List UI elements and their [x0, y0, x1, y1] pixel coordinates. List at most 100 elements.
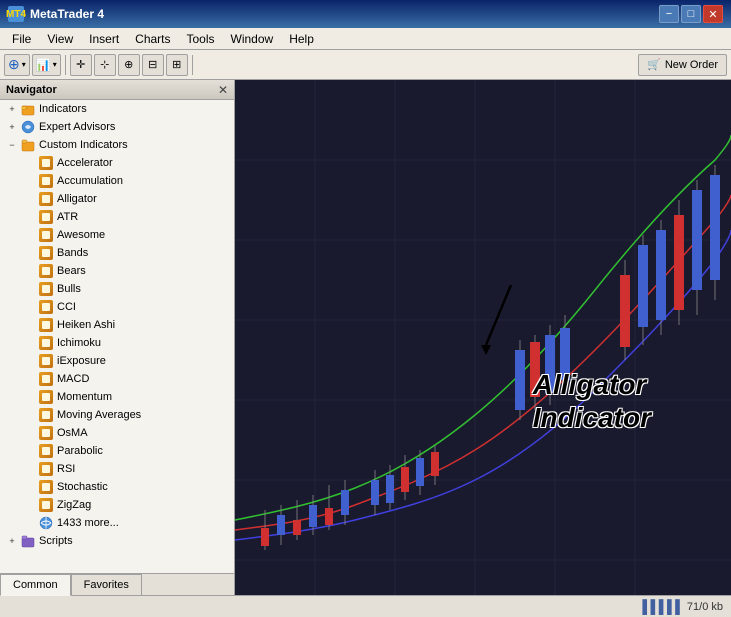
toolbar: ⊕ ▾ 📊 ▾ ✛ ⊹ ⊕ ⊟ ⊞ 🛒 New Order — [0, 50, 731, 80]
menu-file[interactable]: File — [4, 30, 39, 48]
expert-advisors-label: Expert Advisors — [39, 121, 115, 133]
toolbar-sep2 — [192, 55, 193, 75]
nav-item-more[interactable]: 1433 more... — [0, 514, 234, 532]
tab-common[interactable]: Common — [0, 574, 71, 596]
tab-favorites-label: Favorites — [84, 579, 129, 591]
stochastic-indicator-icon — [38, 479, 54, 495]
annotation-arrow-svg — [471, 285, 521, 355]
main-area: Navigator ✕ + Indicators + Expert Adviso… — [0, 80, 731, 595]
navigator-panel: Navigator ✕ + Indicators + Expert Adviso… — [0, 80, 235, 595]
nav-item-parabolic[interactable]: Parabolic — [0, 442, 234, 460]
nav-item-moving-averages[interactable]: Moving Averages — [0, 406, 234, 424]
nav-item-zigzag[interactable]: ZigZag — [0, 496, 234, 514]
accelerator-indicator-icon — [38, 155, 54, 171]
menu-view[interactable]: View — [39, 30, 81, 48]
alligator-indicator-icon — [38, 191, 54, 207]
toolbar-chart-btn2[interactable]: 📊 ▾ — [32, 54, 61, 76]
annotation-line2: Indicator — [533, 401, 651, 435]
status-chart-icon: ▐▐▐▐▐ — [638, 599, 679, 614]
ichimoku-label: Ichimoku — [57, 337, 101, 349]
bands-indicator-icon — [38, 245, 54, 261]
nav-item-ichimoku[interactable]: Ichimoku — [0, 334, 234, 352]
more-label: 1433 more... — [57, 517, 119, 529]
navigator-title: Navigator — [6, 84, 57, 96]
awesome-indicator-icon — [38, 227, 54, 243]
menu-tools[interactable]: Tools — [179, 30, 223, 48]
momentum-indicator-icon — [38, 389, 54, 405]
menu-window[interactable]: Window — [223, 30, 282, 48]
zoom-out-icon: ⊟ — [148, 58, 157, 71]
accumulation-indicator-icon — [38, 173, 54, 189]
nav-item-iexposure[interactable]: iExposure — [0, 352, 234, 370]
crosshair-icon: ✛ — [76, 58, 85, 71]
nav-item-accelerator[interactable]: Accelerator — [0, 154, 234, 172]
nav-item-momentum[interactable]: Momentum — [0, 388, 234, 406]
title-bar-left: MT4 MetaTrader 4 — [8, 6, 104, 22]
toolbar-dropdown-arrow: ▾ — [22, 60, 26, 69]
nav-item-bulls[interactable]: Bulls — [0, 280, 234, 298]
navigator-tabs: Common Favorites — [0, 573, 234, 595]
maximize-button[interactable]: □ — [681, 5, 701, 23]
toolbar-btn5[interactable]: ⊕ — [118, 54, 140, 76]
title-bar: MT4 MetaTrader 4 − □ ✕ — [0, 0, 731, 28]
cci-indicator-icon — [38, 299, 54, 315]
new-order-button[interactable]: 🛒 New Order — [638, 54, 727, 76]
expert-advisors-icon — [20, 119, 36, 135]
macd-label: MACD — [57, 373, 89, 385]
nav-item-indicators[interactable]: + Indicators — [0, 100, 234, 118]
scripts-folder-icon — [20, 533, 36, 549]
navigator-close-button[interactable]: ✕ — [218, 83, 228, 97]
status-info-text: 71/0 kb — [687, 601, 723, 613]
plus-icon: ⊕ — [8, 56, 20, 73]
zigzag-label: ZigZag — [57, 499, 91, 511]
nav-item-bands[interactable]: Bands — [0, 244, 234, 262]
nav-item-custom-indicators[interactable]: − Custom Indicators — [0, 136, 234, 154]
cci-label: CCI — [57, 301, 76, 313]
nav-content: + Indicators + Expert Advisors − — [0, 100, 234, 573]
nav-item-scripts[interactable]: + Scripts — [0, 532, 234, 550]
nav-item-stochastic[interactable]: Stochastic — [0, 478, 234, 496]
nav-item-heiken-ashi[interactable]: Heiken Ashi — [0, 316, 234, 334]
nav-item-macd[interactable]: MACD — [0, 370, 234, 388]
nav-item-cci[interactable]: CCI — [0, 298, 234, 316]
menu-help[interactable]: Help — [281, 30, 322, 48]
chart-annotation: Alligator Indicator — [533, 368, 651, 435]
toolbar-new-chart-btn[interactable]: ⊕ ▾ — [4, 54, 30, 76]
tab-favorites[interactable]: Favorites — [71, 574, 142, 595]
indicators-label: Indicators — [39, 103, 87, 115]
nav-item-accumulation[interactable]: Accumulation — [0, 172, 234, 190]
toolbar-btn6[interactable]: ⊟ — [142, 54, 164, 76]
nav-item-atr[interactable]: ATR — [0, 208, 234, 226]
moving-averages-indicator-icon — [38, 407, 54, 423]
navigator-header: Navigator ✕ — [0, 80, 234, 100]
toolbar-btn7[interactable]: ⊞ — [166, 54, 188, 76]
nav-item-expert-advisors[interactable]: + Expert Advisors — [0, 118, 234, 136]
new-order-label: New Order — [665, 59, 718, 71]
nav-item-rsi[interactable]: RSI — [0, 460, 234, 478]
toolbar-btn3[interactable]: ✛ — [70, 54, 92, 76]
more-world-icon — [38, 515, 54, 531]
close-button[interactable]: ✕ — [703, 5, 723, 23]
menu-insert[interactable]: Insert — [81, 30, 127, 48]
menu-bar: File View Insert Charts Tools Window Hel… — [0, 28, 731, 50]
alligator-label: Alligator — [57, 193, 97, 205]
toolbar-btn4[interactable]: ⊹ — [94, 54, 116, 76]
custom-indicators-folder-icon — [20, 137, 36, 153]
status-bar: ▐▐▐▐▐ 71/0 kb — [0, 595, 731, 617]
osma-label: OsMA — [57, 427, 88, 439]
nav-item-awesome[interactable]: Awesome — [0, 226, 234, 244]
expand-scripts-icon: + — [4, 533, 20, 549]
nav-item-osma[interactable]: OsMA — [0, 424, 234, 442]
minimize-button[interactable]: − — [659, 5, 679, 23]
nav-item-bears[interactable]: Bears — [0, 262, 234, 280]
nav-item-alligator[interactable]: Alligator — [0, 190, 234, 208]
ichimoku-indicator-icon — [38, 335, 54, 351]
chart-area[interactable]: Alligator Indicator — [235, 80, 731, 595]
expand-ea-icon: + — [4, 119, 20, 135]
title-bar-controls: − □ ✕ — [659, 5, 723, 23]
menu-charts[interactable]: Charts — [127, 30, 178, 48]
bulls-label: Bulls — [57, 283, 81, 295]
move-icon: ⊹ — [100, 58, 109, 71]
bar-chart-icon: ▐▐▐▐▐ — [638, 599, 679, 614]
title-bar-text: MetaTrader 4 — [30, 7, 104, 21]
